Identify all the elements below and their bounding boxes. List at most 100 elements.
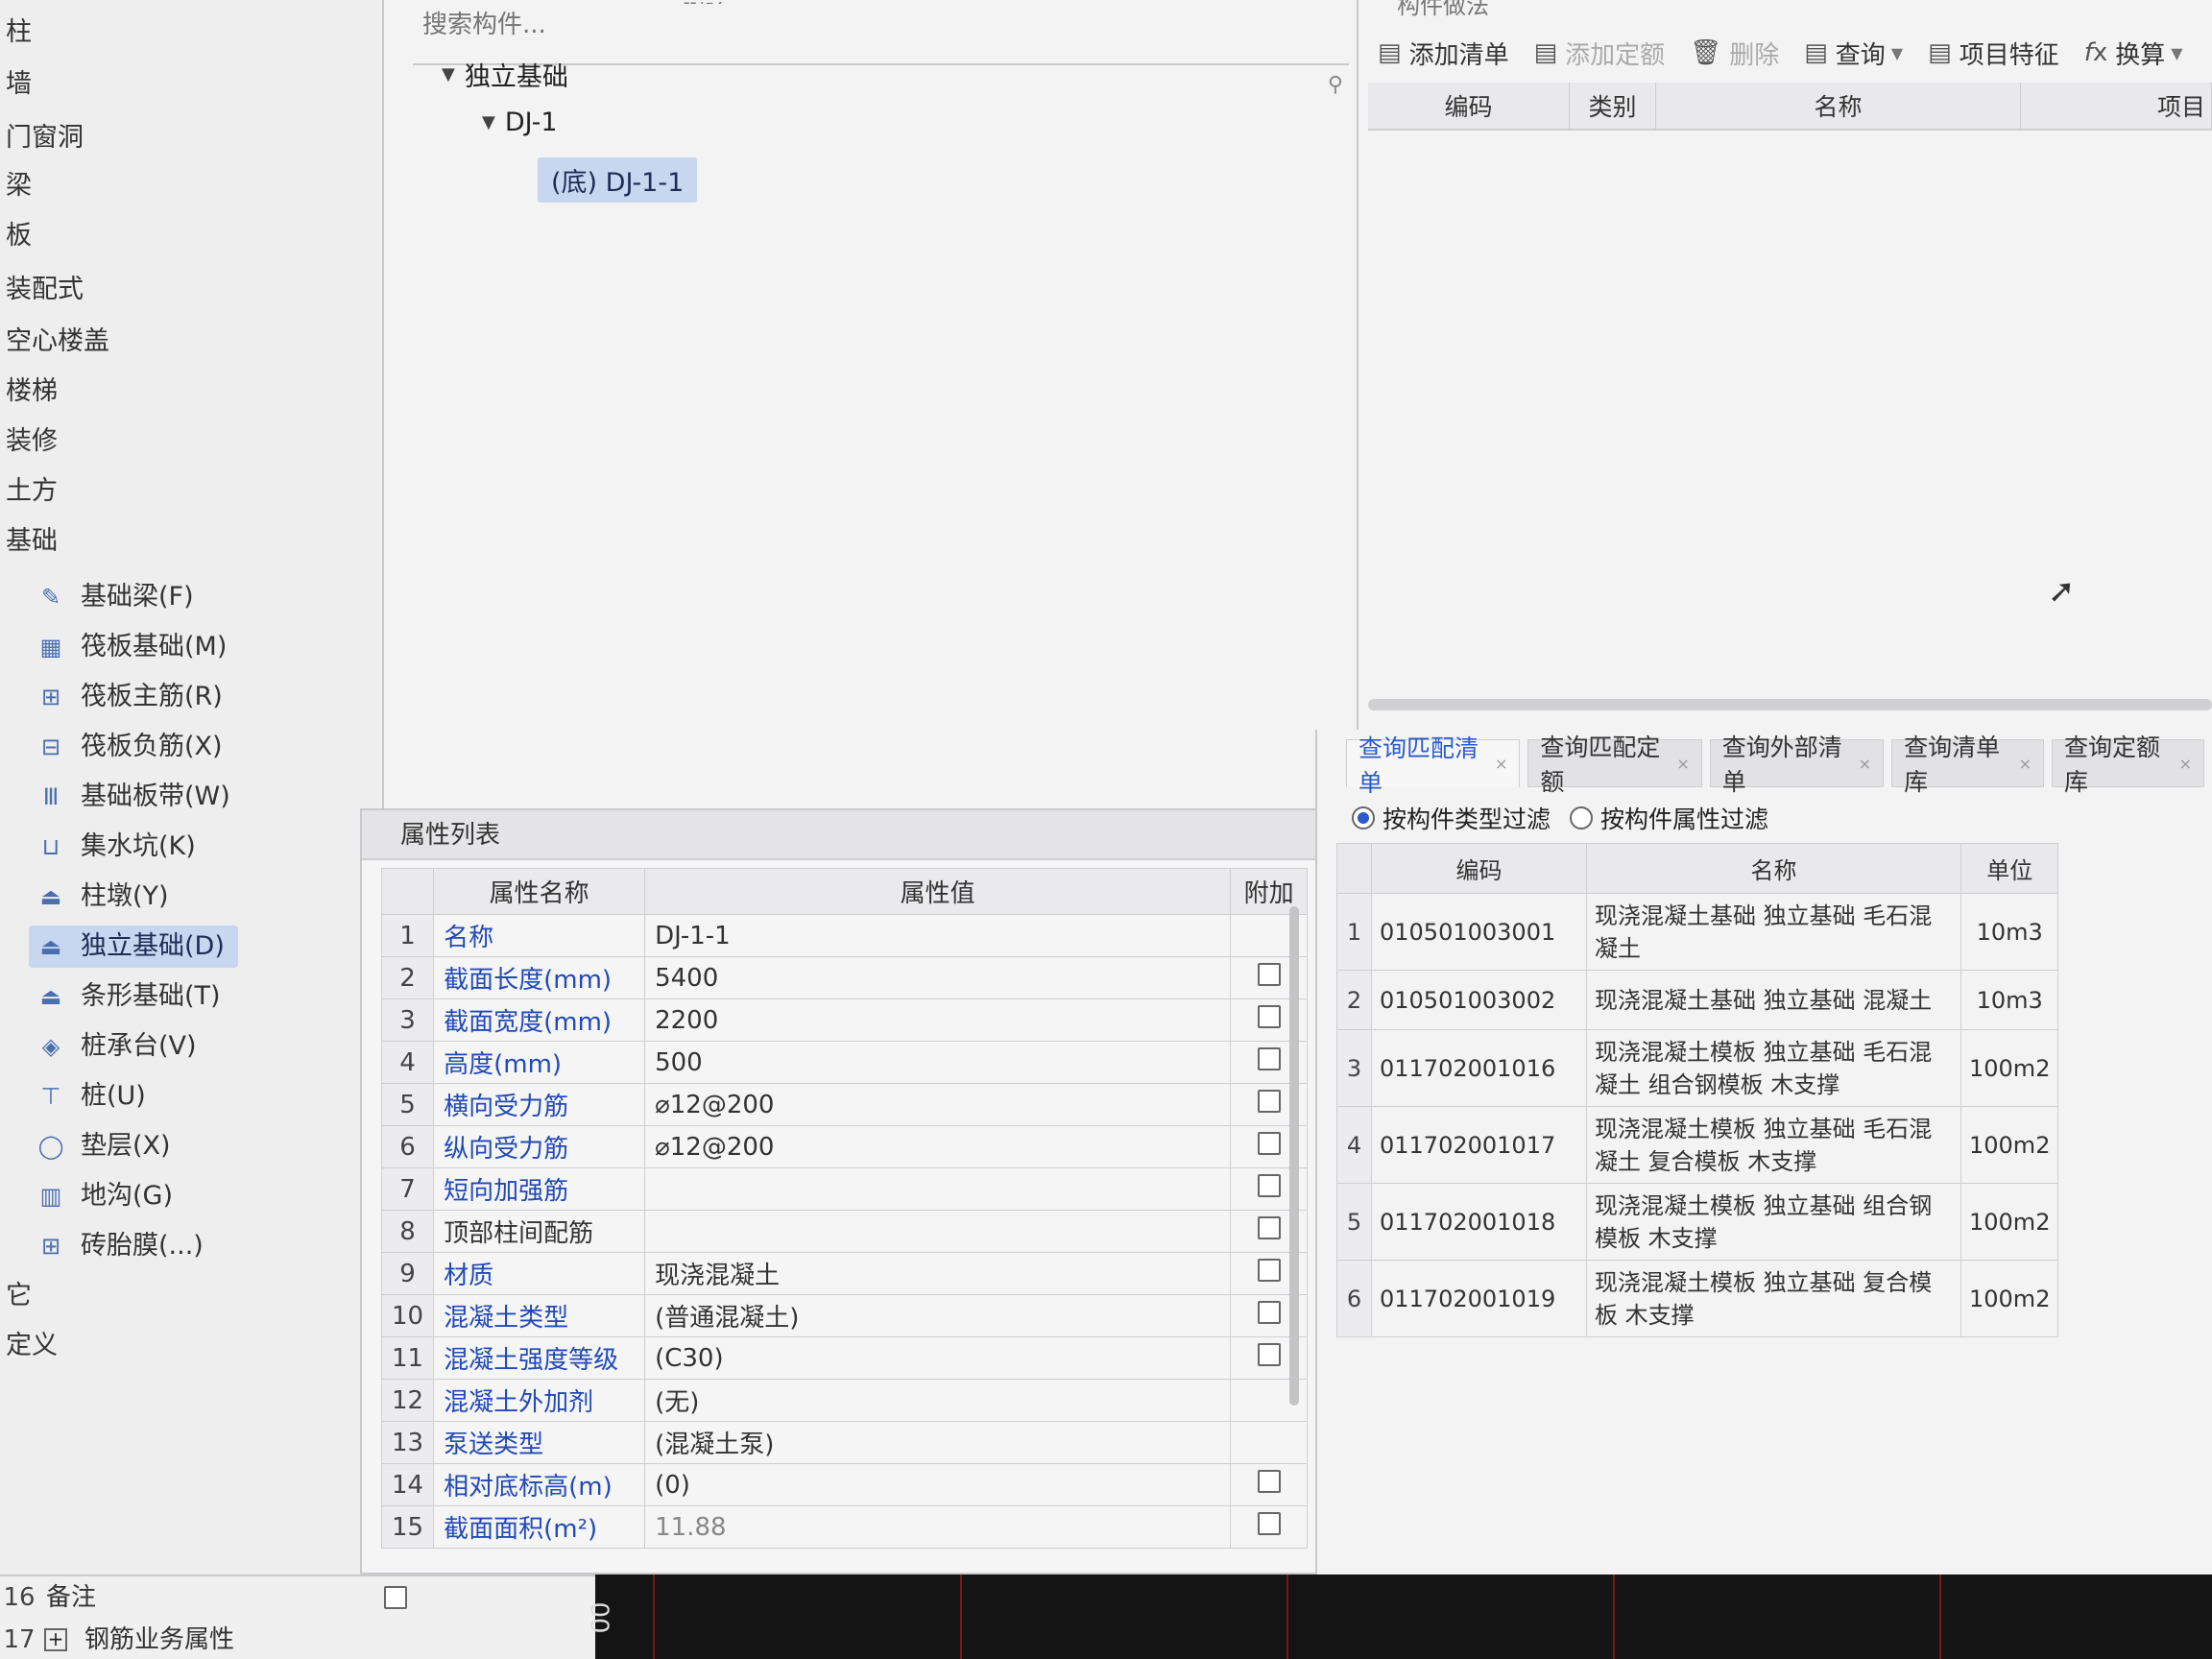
table-row[interactable]: 12 混凝土外加剂 (无) xyxy=(380,1379,1309,1422)
attach-checkbox[interactable] xyxy=(1257,1132,1281,1155)
sidebar-item-slab-strip[interactable]: Ⅲ 基础板带(W) xyxy=(29,776,244,818)
conversion-button[interactable]: fx 换算 ▼ xyxy=(2084,36,2183,71)
close-icon[interactable]: × xyxy=(2179,755,2192,773)
table-row[interactable]: 3 011702001016 现浇混凝土模板 独立基础 毛石混凝土 组合钢模板 木支… xyxy=(1336,1029,2059,1107)
sidebar-cat-stair[interactable]: 楼梯 xyxy=(6,373,58,411)
table-row[interactable]: 8 顶部柱间配筋 xyxy=(380,1210,1309,1253)
tree-node-dj-1[interactable]: ▼ DJ-1 xyxy=(482,108,558,137)
tree-node-dj-1-1[interactable]: (底) DJ-1-1 xyxy=(538,157,698,203)
property-scrollbar[interactable] xyxy=(1289,906,1299,1406)
close-icon[interactable]: × xyxy=(1676,755,1689,773)
search-icon[interactable]: ⚲ xyxy=(1328,73,1343,97)
table-row[interactable]: 9 材质 现浇混凝土 xyxy=(380,1252,1309,1295)
sidebar-cat-custom[interactable]: 定义 xyxy=(6,1327,58,1365)
table-row[interactable]: 5 011702001018 现浇混凝土模板 独立基础 组合钢模板 木支撑 100m2 xyxy=(1336,1183,2059,1261)
sidebar-item-raft[interactable]: ▦ 筏板基础(M) xyxy=(29,626,240,668)
caret-down-icon[interactable]: ▼ xyxy=(482,112,495,132)
attach-checkbox[interactable] xyxy=(1257,1005,1281,1028)
table-row[interactable]: 3 截面宽度(mm) 2200 xyxy=(380,998,1309,1042)
sidebar-cat-decoration[interactable]: 装修 xyxy=(6,422,58,461)
tab-query-match-list[interactable]: 查询匹配清单 × xyxy=(1346,734,1521,797)
attach-checkbox[interactable] xyxy=(1257,1343,1281,1366)
table-row[interactable]: 10 混凝土类型 (普通混凝土) xyxy=(380,1294,1309,1337)
add-quota-button[interactable]: ▤ 添加定额 xyxy=(1534,36,1666,71)
tab-query-list-lib[interactable]: 查询清单库 × xyxy=(1891,733,2045,796)
sidebar-cat-earthwork[interactable]: 土方 xyxy=(6,472,58,511)
sidebar-item-raft-neg-rebar[interactable]: ⊟ 筏板负筋(X) xyxy=(29,726,236,768)
table-row[interactable]: 6 纵向受力筋 ⌀12@200 xyxy=(380,1125,1309,1168)
list-hscrollbar[interactable] xyxy=(1368,699,2212,710)
attach-checkbox[interactable] xyxy=(1257,1216,1281,1239)
table-row[interactable]: 13 泵送类型 (混凝土泵) xyxy=(380,1421,1309,1464)
attach-checkbox[interactable] xyxy=(1257,1259,1281,1282)
close-icon[interactable]: × xyxy=(1495,755,1507,773)
delete-button[interactable]: 🗑 删除 xyxy=(1690,36,1779,71)
attach-checkbox[interactable] xyxy=(384,1586,408,1609)
attach-checkbox[interactable] xyxy=(1257,1470,1281,1493)
drawing-canvas[interactable]: 00 xyxy=(588,1575,2212,1659)
table-row[interactable]: 1 名称 DJ-1-1 xyxy=(380,914,1309,957)
list-panel-title: 构件做法 xyxy=(1397,0,1489,19)
attach-checkbox[interactable] xyxy=(1257,1090,1281,1113)
sidebar-item-pile-cap[interactable]: ◈ 桩承台(V) xyxy=(29,1025,210,1068)
property-table: 属性名称 属性值 附加 1 名称 DJ-1-1 2 截面长度(mm) 5400 3 截面宽… xyxy=(380,868,1309,1549)
filter-by-attr-radio[interactable]: 按构件属性过滤 xyxy=(1570,801,1768,835)
property-header-value: 属性值 xyxy=(644,868,1232,915)
search-input[interactable] xyxy=(413,4,1277,46)
add-list-button[interactable]: ▤ 添加清单 xyxy=(1378,36,1509,71)
sidebar-item-cushion[interactable]: ◯ 垫层(X) xyxy=(29,1125,184,1167)
sidebar-cat-wall[interactable]: 墙 xyxy=(6,65,32,104)
expand-plus-icon[interactable]: + xyxy=(44,1628,67,1651)
item-feature-button[interactable]: ▤ 项目特征 xyxy=(1928,36,2059,71)
feature-icon: ▤ xyxy=(1928,38,1952,67)
sidebar-item-foundation-beam[interactable]: ✎ 基础梁(F) xyxy=(29,576,207,618)
table-row[interactable]: 4 011702001017 现浇混凝土模板 独立基础 毛石混凝土 复合模板 木支撑… xyxy=(1336,1106,2059,1184)
table-row[interactable]: 1 010501003001 现浇混凝土基础 独立基础 毛石混凝土 10m3 xyxy=(1336,893,2059,971)
tab-query-match-quota[interactable]: 查询匹配定额 × xyxy=(1527,733,1702,796)
sidebar-cat-column[interactable]: 柱 xyxy=(6,13,32,52)
sidebar-cat-foundation[interactable]: 基础 xyxy=(6,522,58,561)
sidebar-cat-other[interactable]: 它 xyxy=(6,1277,32,1315)
sidebar-item-strip-footing[interactable]: ⏏ 条形基础(T) xyxy=(29,975,234,1018)
list-header-item: 项目 xyxy=(2021,83,2212,129)
attach-checkbox[interactable] xyxy=(1257,1512,1281,1535)
table-row[interactable]: 15 截面面积(m²) 11.88 xyxy=(380,1505,1309,1549)
table-row[interactable]: 11 混凝土强度等级 (C30) xyxy=(380,1336,1309,1380)
table-row[interactable]: 2 010501003002 现浇混凝土基础 独立基础 混凝土 10m3 xyxy=(1336,970,2059,1030)
sidebar-item-pile[interactable]: ⊤ 桩(U) xyxy=(29,1075,159,1118)
filter-by-type-radio[interactable]: 按构件类型过滤 xyxy=(1352,801,1551,835)
table-row[interactable]: 14 相对底标高(m) (0) xyxy=(380,1463,1309,1506)
close-icon[interactable]: × xyxy=(2019,755,2032,773)
tab-query-quota-lib[interactable]: 查询定额库 × xyxy=(2052,733,2205,796)
attach-checkbox[interactable] xyxy=(1257,1174,1281,1197)
table-row[interactable]: 5 横向受力筋 ⌀12@200 xyxy=(380,1083,1309,1126)
raft-neg-rebar-icon: ⊟ xyxy=(40,733,61,760)
sidebar-item-raft-main-rebar[interactable]: ⊞ 筏板主筋(R) xyxy=(29,676,236,718)
sidebar-cat-slab[interactable]: 板 xyxy=(6,217,32,255)
sidebar-item-pier[interactable]: ⏏ 柱墩(Y) xyxy=(29,876,182,918)
table-row[interactable]: 17 + 钢筋业务属性 xyxy=(0,1619,234,1659)
tree-node-isolated-footing[interactable]: ▼ 独立基础 xyxy=(442,56,568,93)
brick-form-icon: ⊞ xyxy=(40,1233,61,1260)
sidebar-cat-prefab[interactable]: 装配式 xyxy=(6,271,84,309)
attach-checkbox[interactable] xyxy=(1257,1301,1281,1324)
table-row[interactable]: 7 短向加强筋 xyxy=(380,1167,1309,1211)
sidebar-item-sump[interactable]: ⊔ 集水坑(K) xyxy=(29,826,209,868)
sidebar-cat-beam[interactable]: 梁 xyxy=(6,167,32,205)
table-row[interactable]: 16 备注 xyxy=(0,1576,408,1619)
close-icon[interactable]: × xyxy=(1859,755,1871,773)
sidebar-item-brick-form[interactable]: ⊞ 砖胎膜(...) xyxy=(29,1225,217,1267)
tab-query-external-list[interactable]: 查询外部清单 × xyxy=(1709,733,1885,796)
table-row[interactable]: 6 011702001019 现浇混凝土模板 独立基础 复合模板 木支撑 100m2 xyxy=(1336,1260,2059,1337)
attach-checkbox[interactable] xyxy=(1257,1047,1281,1070)
caret-down-icon[interactable]: ▼ xyxy=(442,64,455,84)
table-row[interactable]: 4 高度(mm) 500 xyxy=(380,1041,1309,1084)
sidebar-item-isolated-footing[interactable]: ⏏ 独立基础(D) xyxy=(29,926,238,968)
sidebar-cat-hollow-floor[interactable]: 空心楼盖 xyxy=(6,323,109,361)
sidebar-cat-door-window[interactable]: 门窗洞 xyxy=(6,119,84,157)
sidebar-item-trench[interactable]: ▥ 地沟(G) xyxy=(29,1175,186,1217)
query-button[interactable]: ▤ 查询 ▼ xyxy=(1804,36,1903,71)
pile-cap-icon: ◈ xyxy=(41,1033,60,1060)
attach-checkbox[interactable] xyxy=(1257,963,1281,986)
table-row[interactable]: 2 截面长度(mm) 5400 xyxy=(380,956,1309,999)
